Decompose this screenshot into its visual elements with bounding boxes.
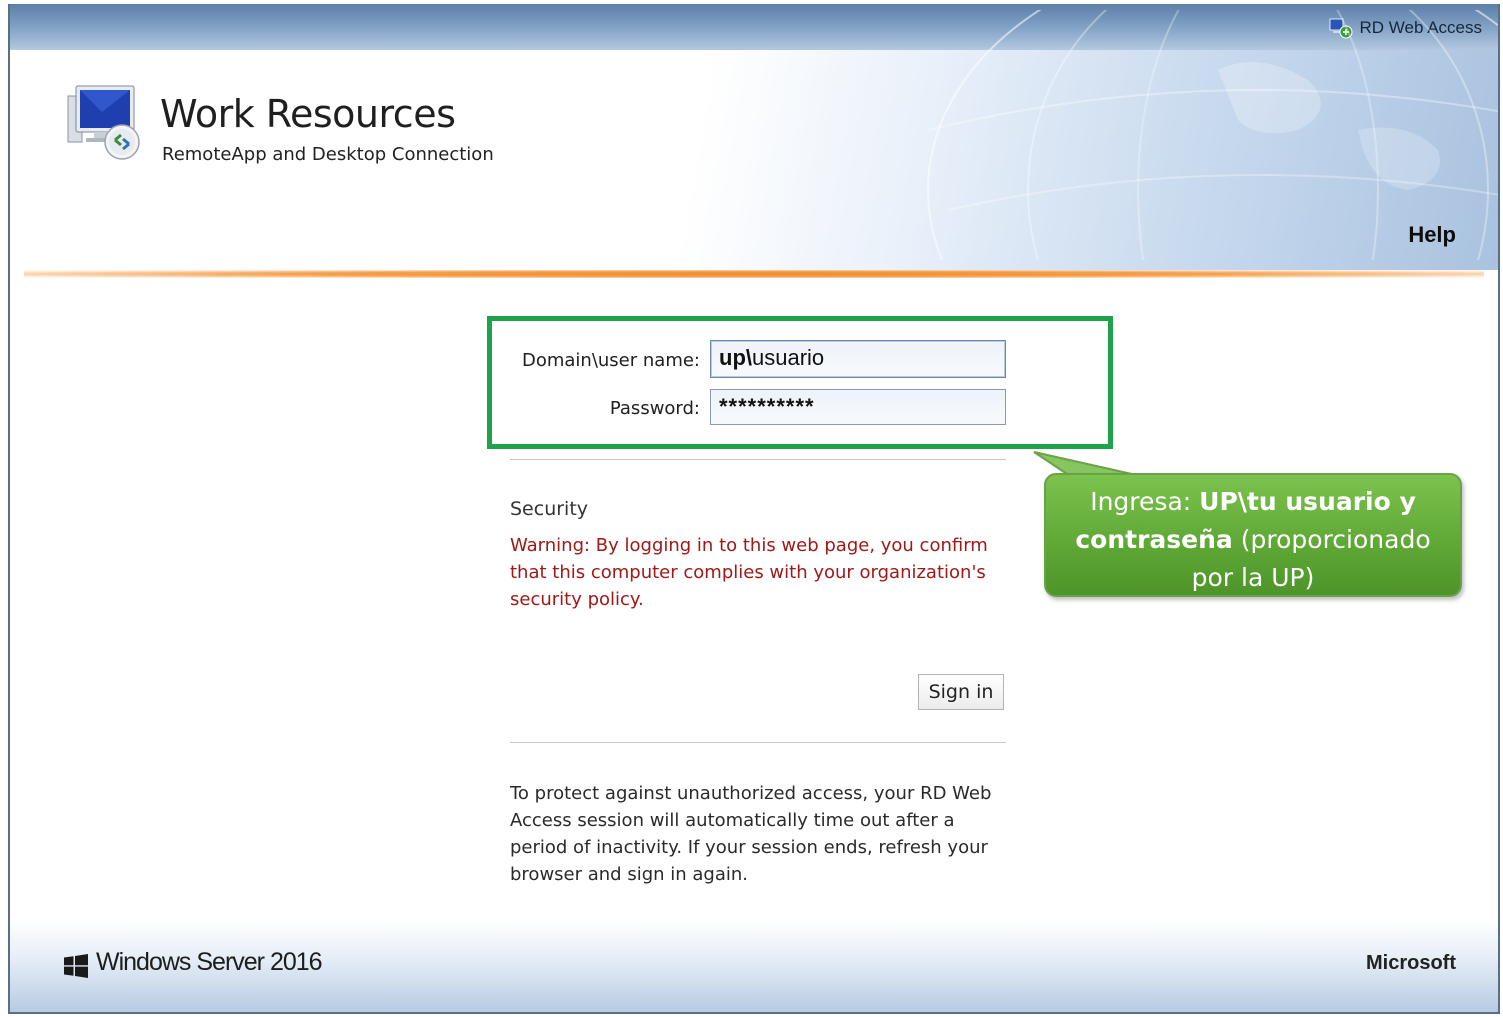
form-divider-bottom [510, 742, 1006, 743]
windows-server-label: Windows Server 2016 [96, 948, 323, 976]
form-divider-top [510, 459, 1006, 460]
microsoft-logo-text: Microsoft [1366, 952, 1456, 974]
help-link[interactable]: Help [1408, 222, 1456, 248]
page-footer: Windows Server 2016 Microsoft [10, 920, 1498, 1012]
page-subtitle: RemoteApp and Desktop Connection [162, 144, 494, 165]
remoteapp-monitor-icon [62, 82, 146, 166]
instruction-callout: Ingresa: UP\tu usuario y contraseña (pro… [1044, 473, 1462, 597]
username-domain-prefix: up\ [719, 345, 752, 370]
page-title: Work Resources [160, 92, 456, 136]
username-value: usuario [752, 345, 825, 370]
globe-background-decoration [927, 10, 1498, 260]
session-timeout-info: To protect against unauthorized access, … [510, 783, 992, 885]
security-heading: Security [510, 498, 589, 520]
callout-text-intro: Ingresa: [1090, 487, 1200, 516]
username-input[interactable]: up\usuario [710, 340, 1006, 378]
orange-divider [24, 270, 1484, 278]
windows-logo-icon [64, 954, 88, 978]
password-input[interactable]: ********** [710, 389, 1006, 425]
rd-web-access-window: RD Web Access Work Resources RemoteApp a… [8, 4, 1500, 1014]
sign-in-button[interactable]: Sign in [918, 674, 1004, 710]
username-label: Domain\user name: [521, 350, 700, 371]
security-warning-text: Warning: By logging in to this web page,… [510, 535, 988, 610]
password-label: Password: [609, 398, 700, 419]
page-header: Work Resources RemoteApp and Desktop Con… [10, 10, 1498, 270]
login-credentials-highlight [487, 316, 1113, 449]
